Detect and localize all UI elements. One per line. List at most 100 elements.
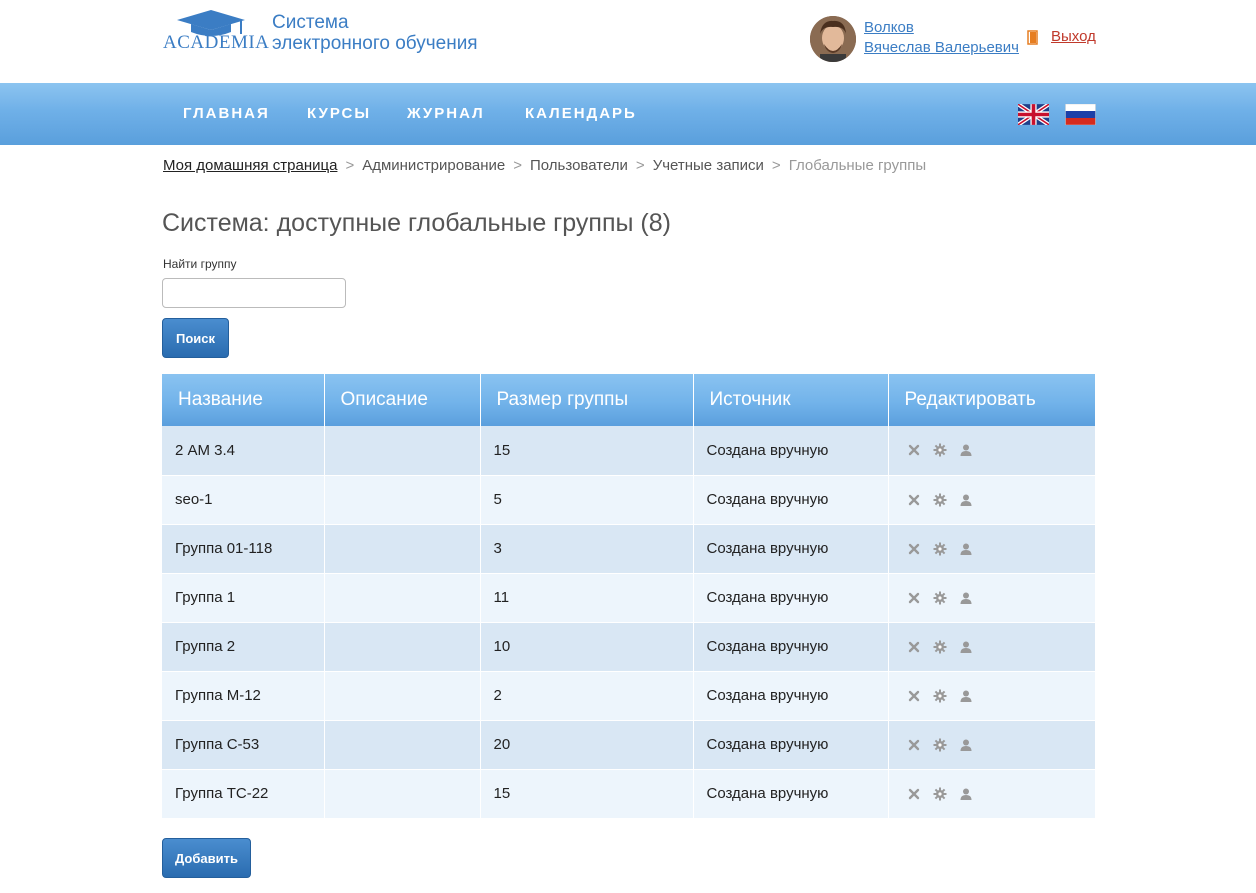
delete-icon[interactable]: [907, 443, 921, 457]
users-icon[interactable]: [959, 738, 973, 752]
row-actions: [902, 493, 1096, 507]
settings-icon[interactable]: [933, 542, 947, 556]
find-group-input[interactable]: [162, 278, 346, 308]
cell-group-size: 5: [480, 475, 694, 525]
users-icon[interactable]: [959, 493, 973, 507]
header-edit: Редактировать: [888, 374, 1095, 426]
breadcrumb-administration[interactable]: Администрирование: [362, 157, 505, 174]
delete-icon[interactable]: [907, 591, 921, 605]
header: ACADEMIA Система электронного обучения В…: [0, 0, 1256, 83]
cell-name: Группа ТС-22: [162, 769, 325, 819]
settings-icon[interactable]: [933, 493, 947, 507]
users-icon[interactable]: [959, 443, 973, 457]
site-title-line2: электронного обучения: [272, 33, 478, 54]
cell-source: Создана вручную: [693, 720, 889, 770]
settings-icon[interactable]: [933, 443, 947, 457]
delete-icon[interactable]: [907, 542, 921, 556]
delete-icon[interactable]: [907, 493, 921, 507]
breadcrumb-accounts[interactable]: Учетные записи: [653, 157, 764, 174]
table-row: Группа ТС-22 15 Создана вручную: [162, 769, 1096, 819]
table-row: seo-1 5 Создана вручную: [162, 475, 1096, 525]
cell-description: [324, 720, 481, 770]
row-actions: [902, 443, 1096, 457]
user-avatar[interactable]: [810, 16, 856, 62]
row-actions: [902, 542, 1096, 556]
settings-icon[interactable]: [933, 640, 947, 654]
settings-icon[interactable]: [933, 591, 947, 605]
delete-icon[interactable]: [907, 640, 921, 654]
cell-name: Группа С-53: [162, 720, 325, 770]
cell-description: [324, 524, 481, 574]
users-icon[interactable]: [959, 640, 973, 654]
uk-flag-icon[interactable]: [1018, 104, 1049, 125]
cell-description: [324, 622, 481, 672]
add-group-button[interactable]: Добавить: [162, 838, 251, 878]
settings-icon[interactable]: [933, 738, 947, 752]
users-icon[interactable]: [959, 689, 973, 703]
breadcrumb-global-groups: Глобальные группы: [788, 157, 927, 174]
cell-source: Создана вручную: [693, 524, 889, 574]
header-description[interactable]: Описание: [324, 374, 481, 426]
cell-group-size: 3: [480, 524, 694, 574]
search-button[interactable]: Поиск: [162, 318, 229, 358]
users-icon[interactable]: [959, 591, 973, 605]
settings-icon[interactable]: [933, 689, 947, 703]
breadcrumb-separator: >: [635, 157, 645, 174]
table-row: Группа 01-118 3 Создана вручную: [162, 524, 1096, 574]
groups-table: Название Описание Размер группы Источник…: [162, 374, 1095, 819]
cell-group-size: 20: [480, 720, 694, 770]
table-row: Группа 1 11 Создана вручную: [162, 573, 1095, 623]
user-name-link[interactable]: Волков Вячеслав Валерьевич: [864, 18, 1019, 58]
header-group-size[interactable]: Размер группы: [480, 374, 694, 426]
breadcrumb-separator: >: [513, 157, 523, 174]
table-row: Группа 2 10 Создана вручную: [162, 622, 1095, 672]
delete-icon[interactable]: [907, 787, 921, 801]
cell-source: Создана вручную: [693, 475, 889, 525]
cell-actions: [888, 426, 1096, 476]
cell-actions: [888, 671, 1096, 721]
user-first-names[interactable]: Вячеслав Валерьевич: [864, 38, 1019, 58]
logout-door-icon[interactable]: [1027, 30, 1039, 45]
table-row: 2 АМ 3.4 15 Создана вручную: [162, 426, 1096, 476]
cell-name: Группа 2: [162, 622, 325, 672]
cell-actions: [888, 573, 1095, 623]
user-last-name[interactable]: Волков: [864, 18, 1019, 38]
nav-home[interactable]: ГЛАВНАЯ: [183, 105, 270, 122]
logo-text: ACADEMIA: [163, 32, 270, 53]
row-actions: [902, 689, 1096, 703]
header-name[interactable]: Название: [162, 374, 325, 426]
table-header-row: Название Описание Размер группы Источник…: [162, 374, 1095, 426]
cell-description: [324, 573, 481, 623]
delete-icon[interactable]: [907, 738, 921, 752]
row-actions: [902, 787, 1096, 801]
breadcrumb-users[interactable]: Пользователи: [530, 157, 628, 174]
breadcrumb: Моя домашняя страница > Администрирование >…: [163, 157, 926, 174]
settings-icon[interactable]: [933, 787, 947, 801]
cell-source: Создана вручную: [693, 769, 889, 819]
cell-description: [324, 475, 481, 525]
breadcrumb-separator: >: [771, 157, 781, 174]
cell-source: Создана вручную: [693, 573, 889, 623]
users-icon[interactable]: [959, 542, 973, 556]
users-icon[interactable]: [959, 787, 973, 801]
delete-icon[interactable]: [907, 689, 921, 703]
logout-link[interactable]: Выход: [1051, 28, 1096, 45]
site-title-line1: Система: [272, 12, 349, 33]
cell-group-size: 15: [480, 426, 694, 476]
page-title: Система: доступные глобальные группы (8): [162, 209, 671, 237]
cell-description: [324, 671, 481, 721]
nav-journal[interactable]: ЖУРНАЛ: [407, 105, 485, 122]
russia-flag-icon[interactable]: [1065, 104, 1096, 125]
nav-courses[interactable]: КУРСЫ: [307, 105, 371, 122]
cell-actions: [888, 622, 1095, 672]
cell-actions: [888, 524, 1096, 574]
row-actions: [902, 738, 1096, 752]
site-title: Система электронного обучения: [272, 12, 478, 54]
nav-calendar[interactable]: КАЛЕНДАРЬ: [525, 105, 637, 122]
cell-group-size: 11: [480, 573, 694, 623]
find-group-label: Найти группу: [163, 257, 237, 271]
cell-source: Создана вручную: [693, 622, 889, 672]
header-source[interactable]: Источник: [693, 374, 889, 426]
breadcrumb-separator: >: [345, 157, 355, 174]
breadcrumb-home[interactable]: Моя домашняя страница: [163, 157, 337, 174]
